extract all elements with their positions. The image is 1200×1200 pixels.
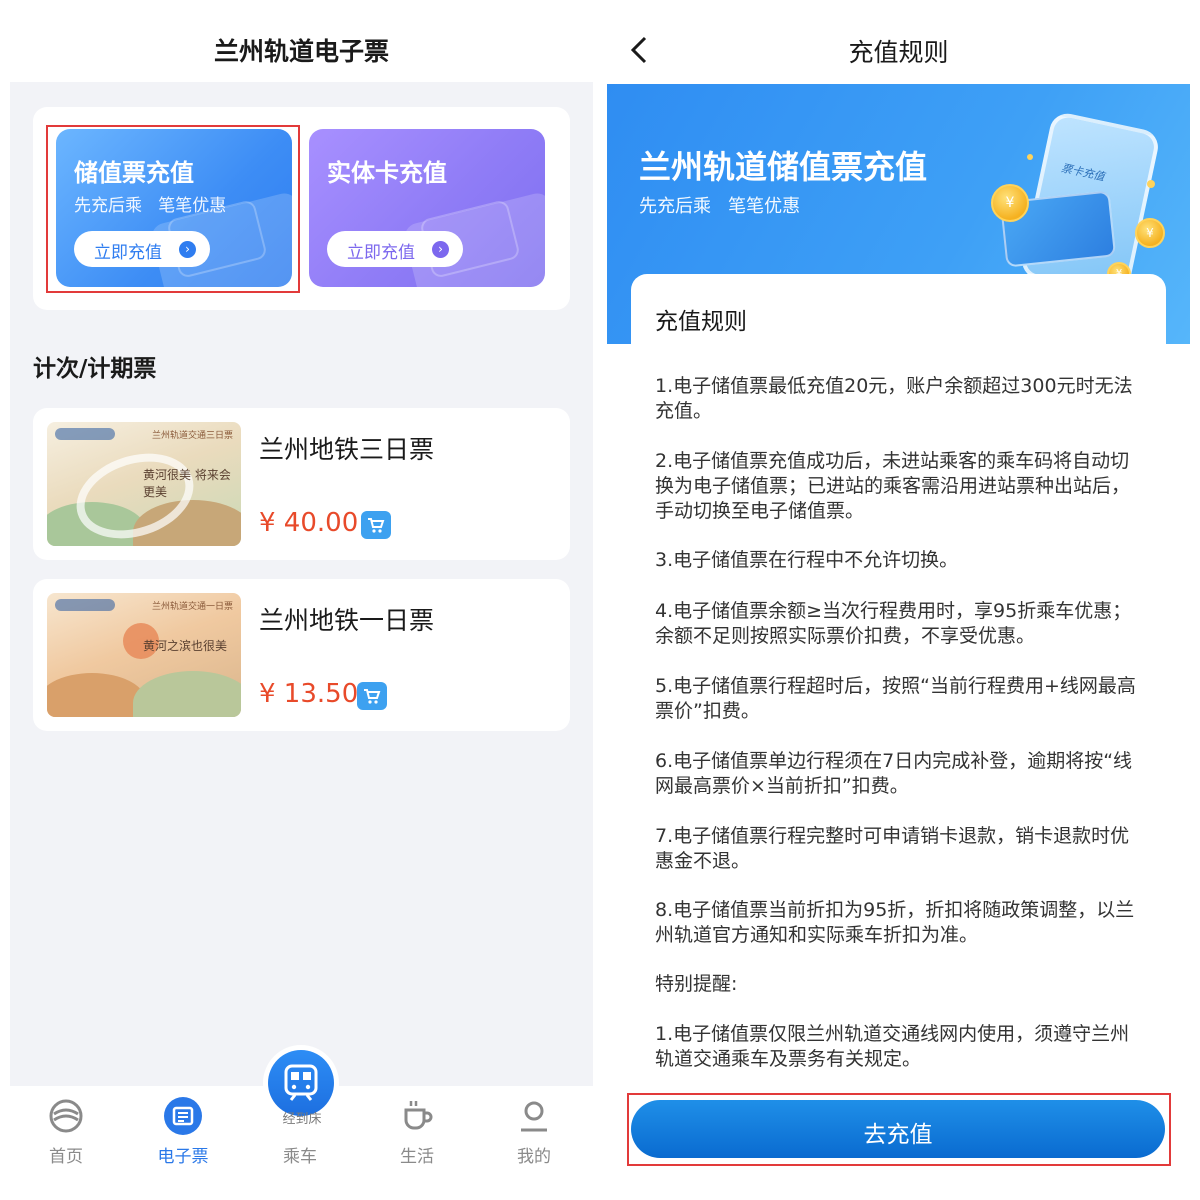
recharge-now-button[interactable]: 立即充值 › [327, 231, 463, 267]
recharge-rules-screen: 充值规则 兰州轨道储值票充值 先充后乘 笔笔优惠 票卡充值 ¥ ¥ ¥ 充值规则… [607, 0, 1190, 1200]
sparkle-icon [1147, 180, 1155, 188]
cart-icon[interactable] [361, 511, 391, 539]
rule-item: 5.电子储值票行程超时后，按照“当前行程费用+线网最高票价”扣费。 [655, 675, 1136, 722]
special-reminder-item: 1.电子储值票仅限兰州轨道交通线网内使用，须遵守兰州轨道交通乘车及票务有关规定。 [655, 1023, 1130, 1070]
sparkle-icon [1027, 154, 1033, 160]
user-icon [521, 1101, 547, 1132]
nav-label: 首页 [49, 1147, 83, 1167]
rules-title: 充值规则 [655, 309, 747, 335]
nav-eticket[interactable]: 电子票 [133, 1096, 233, 1167]
page-title: 充值规则 [848, 38, 949, 67]
ticket-image: 兰州轨道交通三日票 黄河很美 将来会更美 [47, 422, 241, 546]
fab-caption: 经到床 [282, 1112, 322, 1127]
electronic-ticket-screen: 兰州轨道电子票 储值票充值 先充后乘 笔笔优惠 立即充值 › 实体卡充值 立即充… [10, 0, 593, 1200]
highlight-box [627, 1093, 1171, 1166]
ride-qr-button[interactable] [268, 1050, 334, 1116]
home-icon [49, 1099, 83, 1133]
banner-title: 兰州轨道储值票充值 [639, 148, 928, 186]
top-bar: 充值规则 [607, 0, 1190, 84]
highlight-box [46, 125, 300, 293]
metro-logo-icon [55, 599, 115, 611]
product-price: ¥ 13.50 [259, 679, 359, 709]
physical-card-recharge-card[interactable]: 实体卡充值 立即充值 › [309, 129, 545, 287]
nav-label: 乘车 [283, 1147, 317, 1167]
image-title: 兰州轨道交通一日票 [151, 602, 233, 612]
product-name: 兰州地铁一日票 [259, 606, 435, 635]
chevron-right-icon: › [432, 241, 449, 258]
image-calligraphy: 黄河很美 将来会更美 [143, 468, 231, 499]
section-title: 计次/计期票 [33, 356, 157, 382]
rule-item: 2.电子储值票充值成功后，未进站乘客的乘车码将自动切换为电子储值票；已进站的乘客… [655, 450, 1131, 522]
special-reminder-title: 特别提醒: [655, 973, 738, 995]
metro-logo-icon [55, 428, 115, 440]
rule-item: 4.电子储值票余额≥当次行程费用时，享95折乘车优惠；余额不足则按照实际票价扣费… [655, 600, 1132, 647]
banner-subtitle: 先充后乘 笔笔优惠 [639, 196, 801, 217]
ticket-image: 兰州轨道交通一日票 黄河之滨也很美 [47, 593, 241, 717]
product-name: 兰州地铁三日票 [259, 435, 435, 464]
cart-icon[interactable] [357, 682, 387, 710]
rule-item: 3.电子储值票在行程中不允许切换。 [655, 549, 959, 571]
coin-icon: ¥ [991, 184, 1029, 222]
button-label: 立即充值 [347, 243, 415, 263]
product-one-day-pass[interactable]: 兰州轨道交通一日票 黄河之滨也很美 兰州地铁一日票 ¥ 13.50 [33, 579, 570, 731]
nav-label: 电子票 [157, 1147, 209, 1167]
rule-item: 1.电子储值票最低充值20元，账户余额超过300元时无法充值。 [655, 375, 1133, 422]
nav-life[interactable]: 生活 [367, 1096, 467, 1167]
top-bar: 兰州轨道电子票 [10, 0, 593, 82]
nav-home[interactable]: 首页 [16, 1096, 116, 1167]
rules-card: 充值规则 1.电子储值票最低充值20元，账户余额超过300元时无法充值。 2.电… [631, 274, 1166, 1104]
image-calligraphy: 黄河之滨也很美 [143, 639, 228, 653]
coffee-icon [404, 1101, 433, 1130]
nav-label: 生活 [400, 1147, 434, 1167]
product-price: ¥ 40.00 [259, 508, 359, 538]
ticket-icon [164, 1097, 202, 1135]
metro-icon [284, 1064, 318, 1101]
product-three-day-pass[interactable]: 兰州轨道交通三日票 黄河很美 将来会更美 兰州地铁三日票 ¥ 40.00 [33, 408, 570, 560]
rule-item: 7.电子储值票行程完整时可申请销卡退款，销卡退款时优惠金不退。 [655, 825, 1130, 872]
image-title: 兰州轨道交通三日票 [151, 431, 233, 441]
coin-icon: ¥ [1135, 218, 1165, 248]
rule-item: 6.电子储值票单边行程须在7日内完成补登，逾期将按“线网最高票价×当前折扣”扣费… [655, 750, 1133, 797]
nav-mine[interactable]: 我的 [484, 1096, 584, 1167]
nav-label: 我的 [517, 1147, 551, 1167]
page-title: 兰州轨道电子票 [213, 37, 389, 66]
card-title: 实体卡充值 [327, 159, 447, 187]
rule-item: 8.电子储值票当前折扣为95折，折扣将随政策调整，以兰州轨道官方通知和实际乘车折… [655, 899, 1135, 946]
